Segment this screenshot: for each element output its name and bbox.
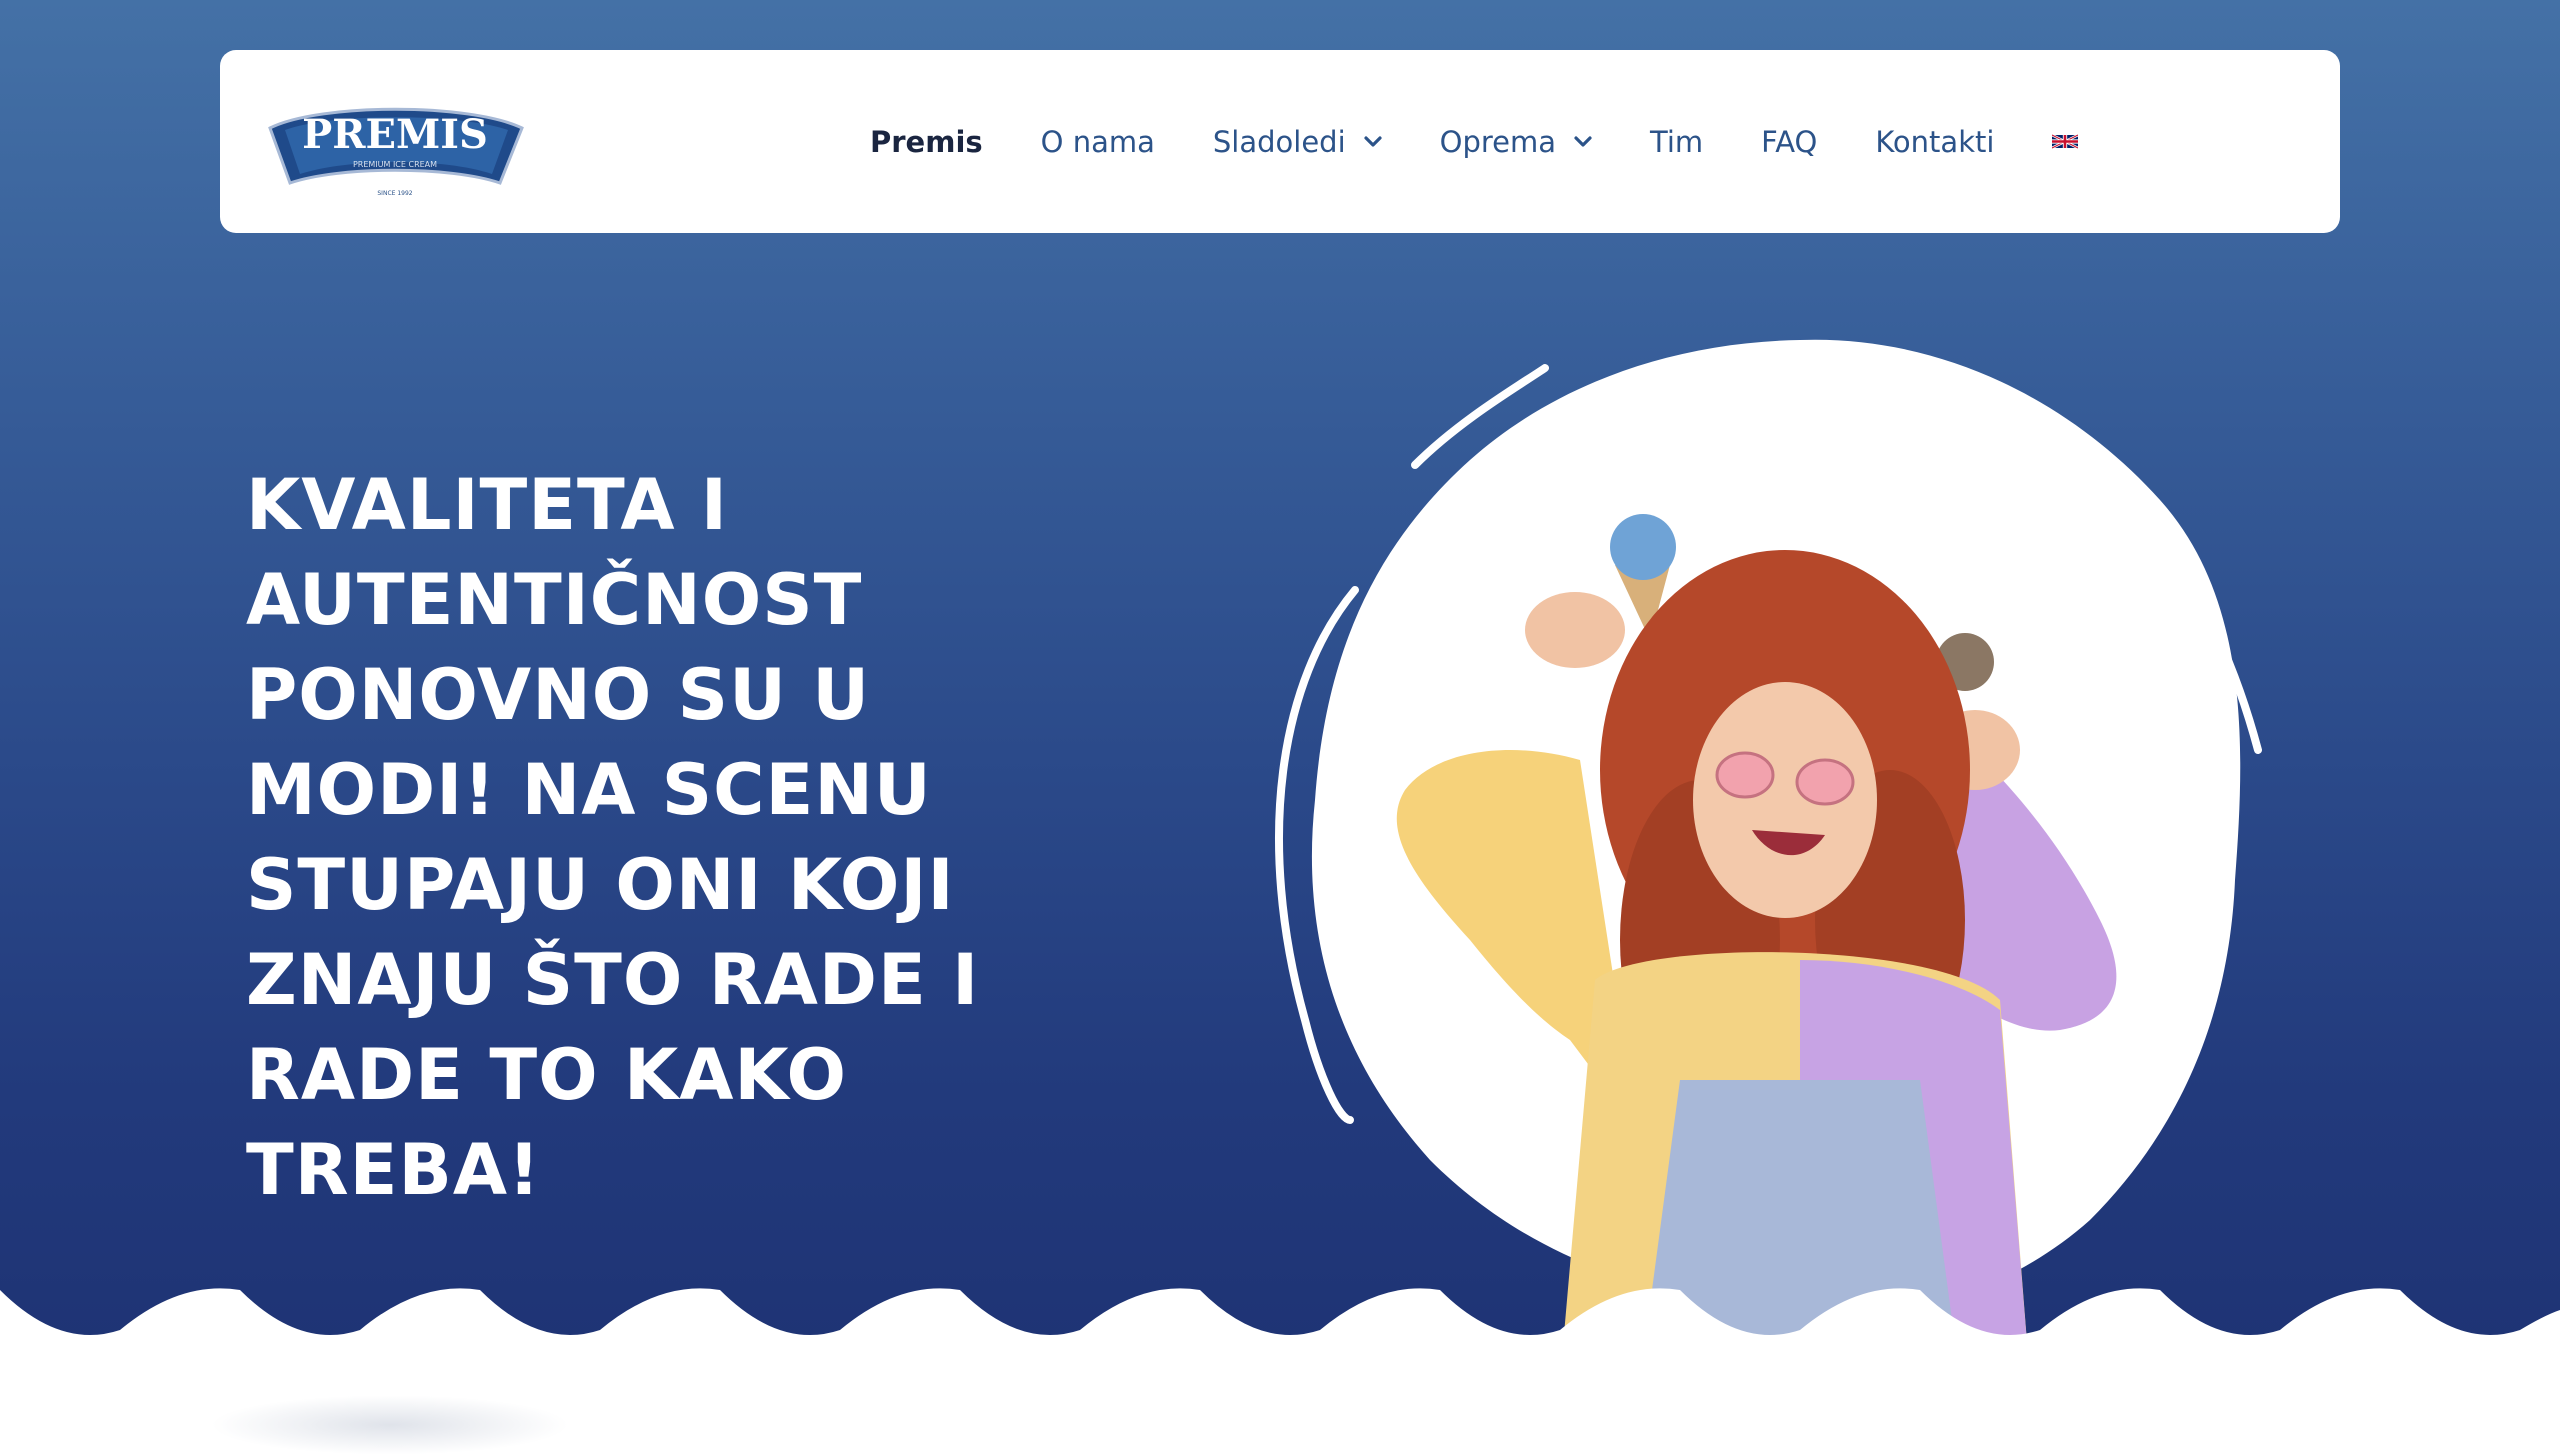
nav-item-premis[interactable]: Premis bbox=[870, 125, 983, 159]
logo-since: SINCE 1992 bbox=[377, 190, 412, 197]
nav-item-o-nama[interactable]: O nama bbox=[1041, 125, 1155, 159]
nav-item-oprema[interactable]: Oprema bbox=[1440, 125, 1592, 159]
navbar: PREMIS PREMIUM ICE CREAM SINCE 1992 Prem… bbox=[220, 50, 2340, 233]
nav-item-faq[interactable]: FAQ bbox=[1761, 125, 1817, 159]
logo-wordmark: PREMIS bbox=[302, 111, 488, 158]
hero-section: KVALITETA I AUTENTIČNOST PONOVNO SU U MO… bbox=[0, 0, 2560, 1370]
nav-item-sladoledi[interactable]: Sladoledi bbox=[1213, 125, 1382, 159]
hero-headline: KVALITETA I AUTENTIČNOST PONOVNO SU U MO… bbox=[246, 464, 980, 1211]
nav-item-tim[interactable]: Tim bbox=[1650, 125, 1703, 159]
chevron-down-icon bbox=[1364, 135, 1382, 147]
uk-flag-icon bbox=[2052, 133, 2079, 150]
nav-item-kontakti[interactable]: Kontakti bbox=[1875, 125, 1994, 159]
hero-image bbox=[1275, 339, 2262, 1370]
main-nav: Premis O nama Sladoledi Oprema Tim FAQ K… bbox=[870, 50, 2136, 233]
chevron-down-icon bbox=[1574, 135, 1592, 147]
logo-tagline: PREMIUM ICE CREAM bbox=[353, 160, 437, 169]
premis-logo[interactable]: PREMIS PREMIUM ICE CREAM SINCE 1992 bbox=[260, 88, 530, 200]
language-switcher[interactable] bbox=[2052, 133, 2079, 150]
bottom-shadow bbox=[210, 1395, 570, 1455]
